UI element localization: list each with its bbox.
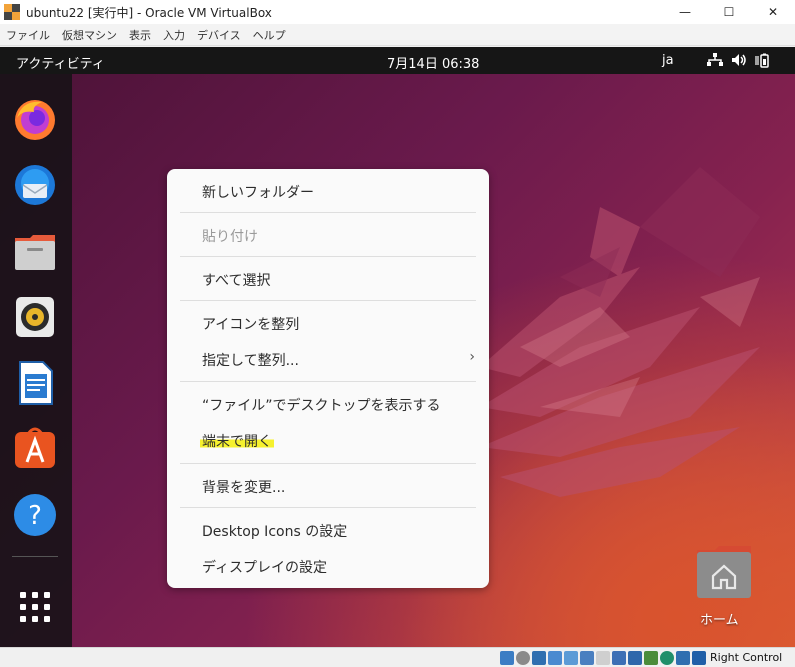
menu-input[interactable]: 入力 <box>157 27 191 43</box>
dock-libreoffice-writer[interactable] <box>10 358 60 408</box>
home-folder-label[interactable]: ホーム <box>700 609 739 628</box>
app-center-icon <box>15 427 55 468</box>
files-icon <box>15 235 55 270</box>
home-folder-icon[interactable] <box>695 544 753 600</box>
guest-additions-icon[interactable] <box>660 651 674 665</box>
virtualbox-app-icon <box>4 4 20 20</box>
menu-new-folder[interactable]: 新しいフォルダー <box>202 182 314 202</box>
menu-view[interactable]: 表示 <box>123 27 157 43</box>
menu-separator <box>180 300 476 301</box>
network-adapter-icon[interactable] <box>548 651 562 665</box>
maximize-button[interactable]: ☐ <box>707 0 751 24</box>
menu-display-settings[interactable]: ディスプレイの設定 <box>202 557 327 577</box>
menu-separator <box>180 463 476 464</box>
volume-icon <box>732 54 746 66</box>
menu-separator <box>180 212 476 213</box>
desktop-context-menu: 新しいフォルダー 貼り付け すべて選択 アイコンを整列 指定して整列... › … <box>167 169 489 588</box>
display-icon[interactable] <box>596 651 610 665</box>
clock[interactable]: 7月14日 06:38 <box>387 53 479 72</box>
libreoffice-writer-icon <box>19 361 53 405</box>
host-key-label: Right Control <box>710 651 783 664</box>
vm-statusbar: Right Control <box>0 647 795 667</box>
window-controls: — ☐ ✕ <box>663 0 795 24</box>
virtualization-icon[interactable] <box>628 651 642 665</box>
shared-folders-icon[interactable] <box>580 651 594 665</box>
menu-devices[interactable]: デバイス <box>191 27 247 43</box>
rhythmbox-icon <box>16 297 54 337</box>
menu-separator <box>180 256 476 257</box>
ubuntu-dock: ? <box>0 74 72 647</box>
input-language-indicator[interactable]: ja <box>662 53 674 68</box>
menu-open-in-terminal[interactable]: 端末で開く <box>200 431 274 451</box>
close-button[interactable]: ✕ <box>751 0 795 24</box>
host-key-icon[interactable] <box>692 651 706 665</box>
menu-paste: 貼り付け <box>202 229 258 245</box>
recording-icon[interactable] <box>612 651 626 665</box>
dock-firefox[interactable] <box>10 94 60 144</box>
optical-drive-icon[interactable] <box>516 651 530 665</box>
hard-disk-icon[interactable] <box>500 651 514 665</box>
dock-help[interactable]: ? <box>10 490 60 540</box>
system-tray[interactable] <box>707 53 771 69</box>
menu-machine[interactable]: 仮想マシン <box>56 27 123 43</box>
mouse-integration-icon[interactable] <box>676 651 690 665</box>
minimize-button[interactable]: — <box>663 0 707 24</box>
firefox-icon <box>15 100 55 140</box>
menu-help[interactable]: ヘルプ <box>247 27 292 43</box>
dock-show-applications[interactable] <box>10 582 60 632</box>
thunderbird-icon <box>15 165 55 205</box>
menu-select-all[interactable]: すべて選択 <box>202 270 270 290</box>
menu-file[interactable]: ファイル <box>0 27 56 43</box>
submenu-arrow-icon: › <box>469 349 475 365</box>
dock-rhythmbox[interactable] <box>10 292 60 342</box>
window-titlebar: ubuntu22 [実行中] - Oracle VM VirtualBox — … <box>0 0 795 24</box>
dock-separator <box>12 556 58 557</box>
show-applications-icon <box>20 592 50 622</box>
menu-arrange-icons[interactable]: アイコンを整列 <box>202 314 299 334</box>
gnome-top-bar: アクティビティ 7月14日 06:38 ja <box>0 47 795 74</box>
device-status-icons <box>500 651 706 665</box>
menu-show-desktop-in-files[interactable]: “ファイル”でデスクトップを表示する <box>202 395 441 415</box>
menu-change-background[interactable]: 背景を変更... <box>202 477 285 497</box>
audio-icon[interactable] <box>532 651 546 665</box>
activities-button[interactable]: アクティビティ <box>16 53 105 72</box>
help-icon: ? <box>14 494 56 536</box>
menu-arrange-by[interactable]: 指定して整列... <box>202 350 299 370</box>
menu-desktop-icons-settings[interactable]: Desktop Icons の設定 <box>202 521 347 541</box>
usb-icon[interactable] <box>564 651 578 665</box>
dock-files[interactable] <box>10 226 60 276</box>
menu-open-in-terminal-label: 端末で開く <box>200 434 274 450</box>
cpu-icon[interactable] <box>644 651 658 665</box>
network-icon <box>707 53 723 66</box>
vm-menubar: ファイル 仮想マシン 表示 入力 デバイス ヘルプ <box>0 24 795 46</box>
menu-separator <box>180 507 476 508</box>
dock-thunderbird[interactable] <box>10 160 60 210</box>
dock-app-center[interactable] <box>10 424 60 474</box>
window-title: ubuntu22 [実行中] - Oracle VM VirtualBox <box>26 5 272 20</box>
battery-icon <box>755 53 769 68</box>
menu-separator <box>180 381 476 382</box>
svg-text:?: ? <box>28 501 42 531</box>
guest-display[interactable]: アクティビティ 7月14日 06:38 ja ? 新しいフォルダー 貼り付け す… <box>0 47 795 647</box>
